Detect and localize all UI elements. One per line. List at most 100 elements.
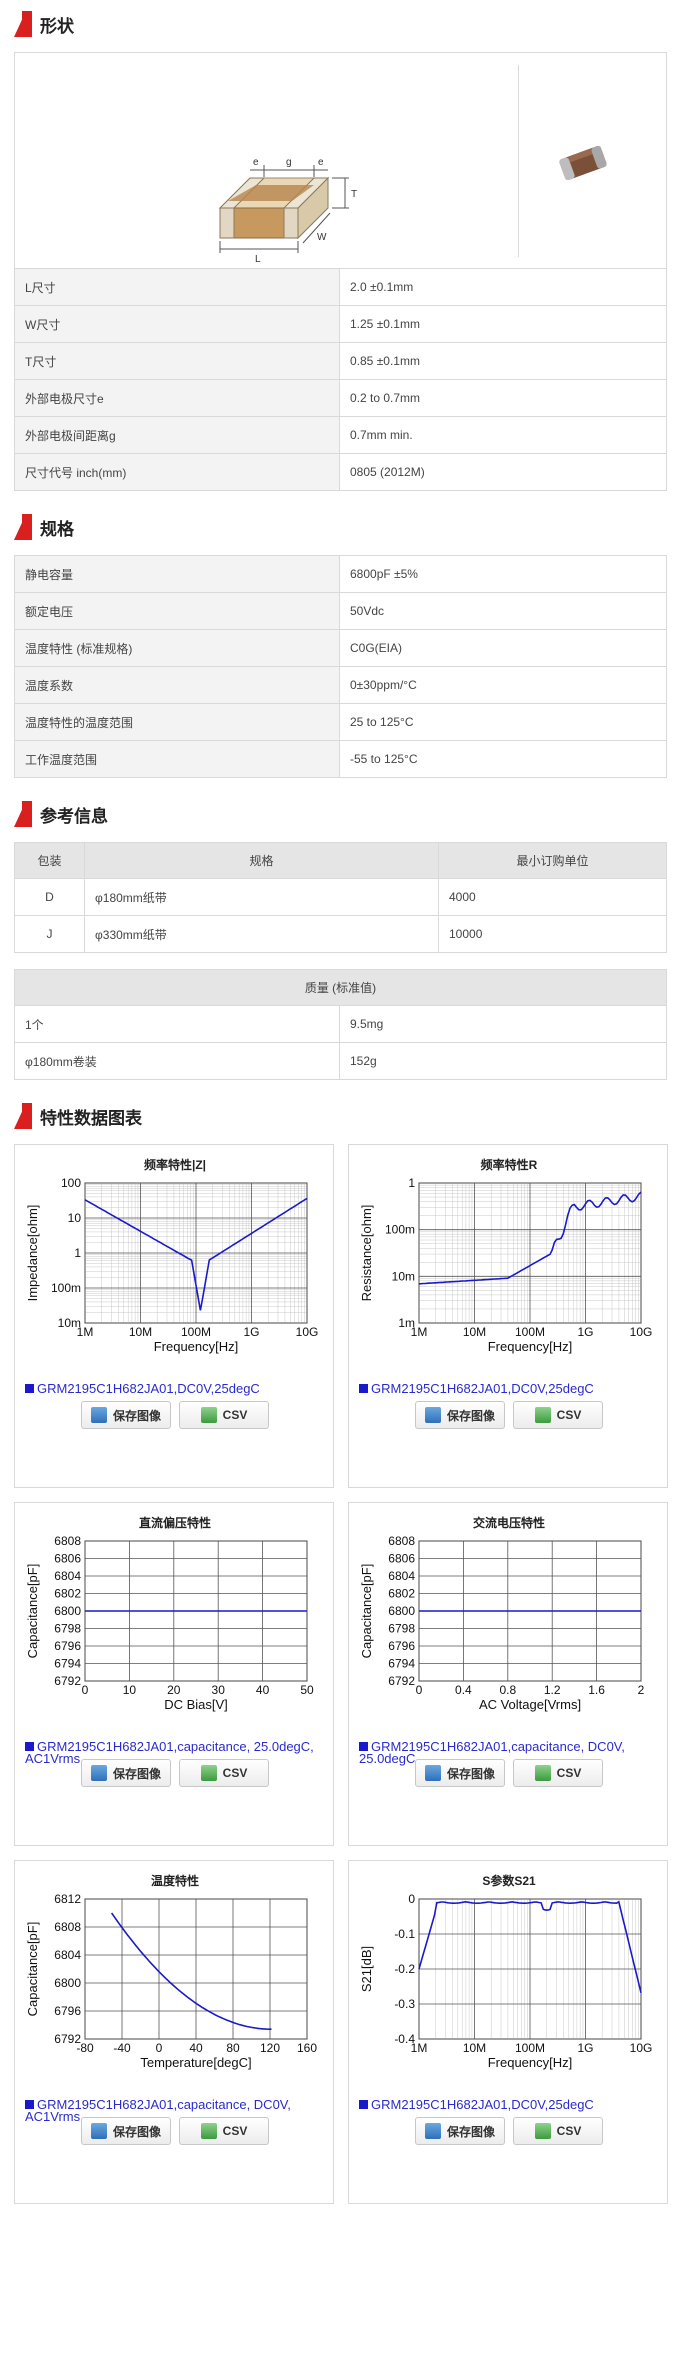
y-axis-label: S21[dB] xyxy=(359,1946,374,1992)
y-tick-label: 6798 xyxy=(388,1622,415,1636)
csv-download-button[interactable]: CSV xyxy=(179,2117,269,2145)
x-tick-label: 20 xyxy=(167,1683,181,1697)
chart-svg: 交流电压特性 0 0.4 0.8 1.2 1.6 2 6808 6806 6804 6802 6800… xyxy=(359,1515,645,1712)
spec_rows-value: 0±30ppm/°C xyxy=(339,666,667,704)
chart-card: 直流偏压特性 0 10 20 30 40 50 6808 6806 6804 6802 6800 679… xyxy=(14,1502,334,1846)
csv-icon xyxy=(534,1765,551,1781)
mass-key: φ180mm卷装 xyxy=(14,1042,340,1080)
shape_rows-value: 0.2 to 0.7mm xyxy=(339,379,667,417)
csv-icon xyxy=(200,1765,217,1781)
packaging-header-min: 最小订购单位 xyxy=(438,842,667,879)
section-heading: 参考信息 xyxy=(40,806,108,826)
x-tick-label: 100M xyxy=(515,2041,545,2055)
save-image-label: 保存图像 xyxy=(446,2124,495,2139)
mass-table: 质量 (标准值) 1个 9.5mg φ180mm卷装 152g xyxy=(14,969,667,1080)
shape_rows-value: 1.25 ±0.1mm xyxy=(339,305,667,343)
csv-download-button[interactable]: CSV xyxy=(513,1401,603,1429)
mass-row: 1个 9.5mg xyxy=(14,1005,667,1043)
y-tick-label: 6796 xyxy=(388,1639,415,1653)
x-tick-label: 10G xyxy=(630,1325,653,1339)
chart-title: 直流偏压特性 xyxy=(139,1515,211,1530)
spec_rows-value: -55 to 125°C xyxy=(339,740,667,778)
y-tick-label: 6802 xyxy=(54,1587,81,1601)
y-tick-label: 1 xyxy=(74,1246,81,1260)
x-tick-label: 10 xyxy=(123,1683,137,1697)
spec_rows-key: 工作温度范围 xyxy=(14,740,340,778)
csv-icon xyxy=(534,2123,551,2139)
chip-dimension-diagram: e g e T W L xyxy=(218,157,357,265)
csv-icon xyxy=(200,1407,217,1423)
y-axis-label: Capacitance[pF] xyxy=(25,1564,40,1659)
chart-legend: GRM2195C1H682JA01,DC0V,25degC xyxy=(359,1382,659,1395)
packaging-min: 10000 xyxy=(438,915,667,953)
shape_rows-key: 外部电极间距离g xyxy=(14,416,340,454)
y-tick-label: 6798 xyxy=(54,1622,81,1636)
x-axis-label: Frequency[Hz] xyxy=(488,2055,573,2070)
save-image-button[interactable]: 保存图像 xyxy=(415,1759,505,1787)
packaging-spec: φ330mm纸带 xyxy=(84,915,439,953)
y-tick-label: 6800 xyxy=(388,1604,415,1618)
y-tick-label: 10 xyxy=(68,1211,82,1225)
legend-swatch xyxy=(25,2100,34,2109)
save-image-button[interactable]: 保存图像 xyxy=(415,1401,505,1429)
save-image-button[interactable]: 保存图像 xyxy=(81,1759,171,1787)
section-title-charts: 特性数据图表 xyxy=(14,1102,677,1130)
csv-icon xyxy=(200,2123,217,2139)
chart-actions: 保存图像 CSV xyxy=(415,1401,603,1429)
shape_rows-row: L尺寸 2.0 ±0.1mm xyxy=(14,268,667,306)
chart-legend: GRM2195C1H682JA01,DC0V,25degC xyxy=(25,1382,325,1395)
y-tick-label: 6804 xyxy=(54,1948,81,1962)
csv-download-button[interactable]: CSV xyxy=(513,2117,603,2145)
x-axis-label: Temperature[degC] xyxy=(140,2055,251,2070)
mass-header: 质量 (标准值) xyxy=(14,969,667,1006)
x-tick-label: 1.6 xyxy=(588,1683,605,1697)
x-tick-label: -40 xyxy=(113,2041,131,2055)
csv-download-button[interactable]: CSV xyxy=(179,1759,269,1787)
spec_rows-row: 温度特性的温度范围 25 to 125°C xyxy=(14,703,667,741)
save-image-button[interactable]: 保存图像 xyxy=(81,1401,171,1429)
mass-row: φ180mm卷装 152g xyxy=(14,1042,667,1080)
y-tick-label: 6804 xyxy=(54,1569,81,1583)
csv-download-button[interactable]: CSV xyxy=(179,1401,269,1429)
chart-svg: 频率特性R1M 10M 100M 1G 10G1100m10m1mFrequency[H… xyxy=(359,1157,653,1354)
packaging-row: Jφ330mm纸带 10000 xyxy=(14,915,667,953)
spec_rows-value: 50Vdc xyxy=(339,592,667,630)
packaging-header-spec: 规格 xyxy=(84,842,439,879)
y-tick-label: 6796 xyxy=(54,1639,81,1653)
shape_rows-key: L尺寸 xyxy=(14,268,340,306)
spec_rows-key: 温度系数 xyxy=(14,666,340,704)
legend-swatch xyxy=(359,1742,368,1751)
shape_rows-value: 0.7mm min. xyxy=(339,416,667,454)
csv-download-button[interactable]: CSV xyxy=(513,1759,603,1787)
spec_rows-value: 25 to 125°C xyxy=(339,703,667,741)
x-axis-label: Frequency[Hz] xyxy=(488,1339,573,1354)
x-tick-label: 100M xyxy=(181,1325,211,1339)
chart-title: 频率特性R xyxy=(481,1157,538,1172)
x-tick-label: 1G xyxy=(577,2041,593,2055)
y-axis-label: Capacitance[pF] xyxy=(359,1564,374,1659)
y-tick-label: 100 xyxy=(61,1176,81,1190)
save-image-button[interactable]: 保存图像 xyxy=(415,2117,505,2145)
legend-swatch xyxy=(359,2100,368,2109)
shape_rows-key: T尺寸 xyxy=(14,342,340,380)
y-axis-label: Impedance[ohm] xyxy=(25,1205,40,1302)
y-tick-label: 6792 xyxy=(54,1674,81,1688)
shape_rows-value: 2.0 ±0.1mm xyxy=(339,268,667,306)
y-tick-label: 6806 xyxy=(388,1552,415,1566)
y-tick-label: 10m xyxy=(58,1316,81,1330)
shape_rows-row: 外部电极尺寸e 0.2 to 0.7mm xyxy=(14,379,667,417)
y-tick-label: -0.1 xyxy=(394,1927,415,1941)
packaging-code: D xyxy=(14,878,85,916)
y-tick-label: 100m xyxy=(51,1281,81,1295)
shape_rows-value: 0805 (2012M) xyxy=(339,453,667,491)
mass-value: 152g xyxy=(339,1042,667,1080)
spec_rows-key: 额定电压 xyxy=(14,592,340,630)
chart-legend: GRM2195C1H682JA01,DC0V,25degC xyxy=(359,2098,659,2111)
y-tick-label: 1 xyxy=(408,1176,415,1190)
x-axis-label: DC Bias[V] xyxy=(164,1697,228,1712)
charts-grid: 频率特性|Z| 1M 10M 100M 1G 10G 100 10 1 100m 10m Freque… xyxy=(14,1144,668,2204)
save-image-button[interactable]: 保存图像 xyxy=(81,2117,171,2145)
chart-actions: 保存图像 CSV xyxy=(415,1759,603,1787)
dim-label-l: L xyxy=(255,254,261,265)
shape_rows-key: 外部电极尺寸e xyxy=(14,379,340,417)
